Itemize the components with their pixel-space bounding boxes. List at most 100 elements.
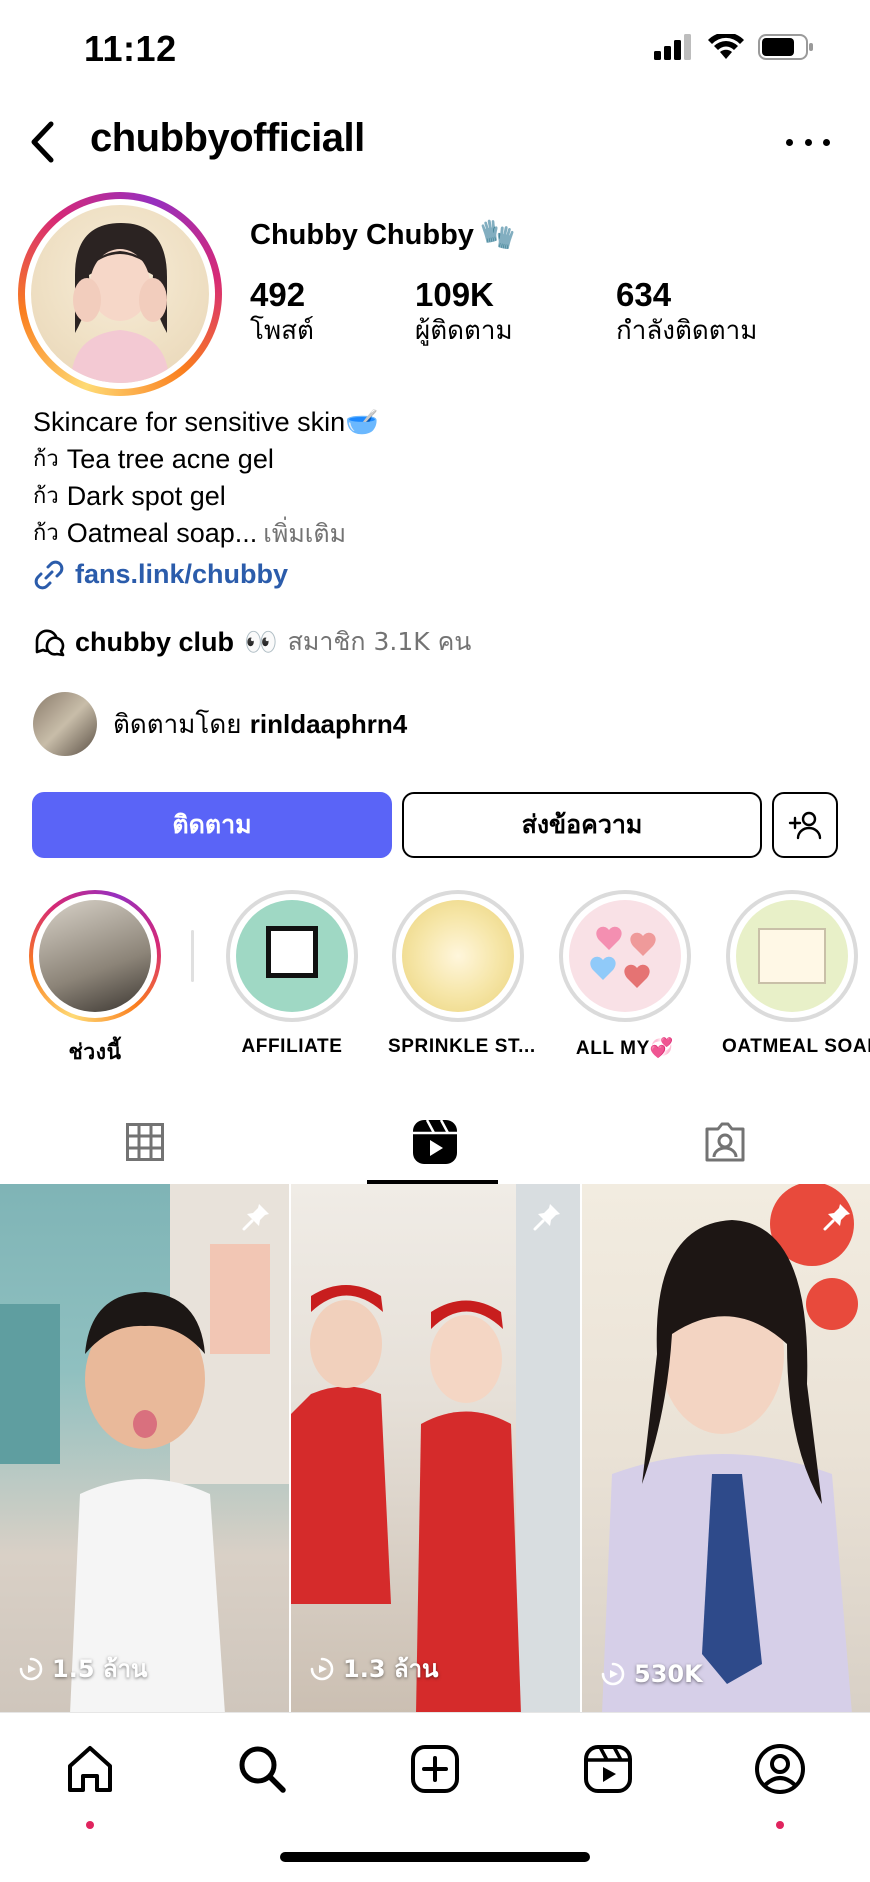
highlight-label: OATMEAL SOAP xyxy=(722,1036,870,1057)
bio-line: ก้ว Dark spot gel xyxy=(33,478,853,515)
highlight-cover xyxy=(236,900,348,1012)
reel-1-image xyxy=(0,1184,289,1714)
back-button[interactable] xyxy=(22,118,62,166)
highlight-cover xyxy=(402,900,514,1012)
reel-view-count: 530K xyxy=(600,1660,703,1688)
stat-posts-value: 492 xyxy=(250,276,306,313)
highlight-ring-gap xyxy=(563,894,687,1018)
soap-box-icon xyxy=(758,928,826,984)
status-time: 11:12 xyxy=(84,28,177,69)
more-dot-icon xyxy=(786,138,793,146)
qr-code-icon xyxy=(266,926,318,978)
wifi-icon xyxy=(708,34,744,59)
stat-following[interactable]: 634 กำลังติดตาม xyxy=(616,276,757,348)
highlight-item[interactable]: ALL MY💞 xyxy=(555,890,695,1060)
suggest-users-button[interactable] xyxy=(772,792,838,858)
glove-emoji-icon: 🧤 xyxy=(479,219,517,251)
stat-posts-label: โพสต์ xyxy=(250,316,314,346)
grid-icon xyxy=(126,1123,164,1161)
profile-username: chubbyofficiall xyxy=(90,116,365,160)
bio-line-2: Tea tree acne gel xyxy=(66,444,274,474)
nav-home[interactable] xyxy=(60,1739,120,1829)
bio-bullet: ก้ว xyxy=(33,484,59,509)
bio-bullet: ก้ว xyxy=(33,447,59,472)
message-button[interactable]: ส่งข้อความ xyxy=(402,792,762,858)
highlight-cover xyxy=(569,900,681,1012)
pinned-icon xyxy=(242,1204,269,1231)
reel-thumbnail[interactable]: 1.5 ล้าน xyxy=(0,1184,289,1714)
reel-view-count: 1.3 ล้าน xyxy=(309,1649,438,1688)
highlight-item[interactable]: AFFILIATE xyxy=(222,890,362,1058)
stat-posts[interactable]: 492 โพสต์ xyxy=(250,276,314,348)
tab-tagged[interactable] xyxy=(580,1100,870,1184)
bio-line-4: Oatmeal soap xyxy=(66,518,235,548)
reel-views-text: 1.3 ล้าน xyxy=(343,1655,439,1683)
broadcast-channel[interactable]: chubby club 👀 สมาชิก 3.1K คน xyxy=(33,622,471,662)
reel-thumbnail[interactable]: 530K xyxy=(582,1184,870,1714)
tagged-person-icon xyxy=(705,1122,745,1162)
bio-line: ก้ว Tea tree acne gel xyxy=(33,441,853,478)
profile-header: chubbyofficiall xyxy=(0,108,870,176)
profile-stats: 492 โพสต์ 109K ผู้ติดตาม 634 กำลังติดตาม xyxy=(250,276,850,356)
more-dot-icon xyxy=(804,138,812,146)
highlight-ring-gap xyxy=(33,894,157,1018)
follower-avatar xyxy=(33,692,97,756)
highlight-ring-gap xyxy=(396,894,520,1018)
bio-line-3: Dark spot gel xyxy=(66,481,226,511)
cellular-signal-icon xyxy=(654,34,691,60)
add-person-icon xyxy=(788,811,822,840)
reel-thumbnail[interactable]: 1.3 ล้าน xyxy=(291,1184,580,1714)
reel-3-image xyxy=(602,1184,858,1714)
channel-name: chubby club xyxy=(75,626,235,657)
followed-by[interactable]: ติดตามโดย rinldaaphrn4 xyxy=(33,692,407,756)
display-name-text: Chubby Chubby xyxy=(250,218,474,251)
reel-2-image xyxy=(291,1184,580,1714)
followed-by-text: ติดตามโดย rinldaaphrn4 xyxy=(113,704,407,745)
tab-posts-grid[interactable] xyxy=(0,1100,290,1184)
profile-bio: Skincare for sensitive skin🥣 ก้ว Tea tre… xyxy=(33,404,853,593)
more-options-button[interactable] xyxy=(786,128,830,156)
tab-reels[interactable] xyxy=(290,1100,580,1184)
bio-line-1: Skincare for sensitive skin🥣 xyxy=(33,407,379,437)
profile-avatar[interactable] xyxy=(18,192,222,396)
reel-views-text: 1.5 ล้าน xyxy=(52,1655,148,1683)
avatar-ring-gap xyxy=(25,199,215,389)
highlight-cover xyxy=(736,900,848,1012)
pinned-icon xyxy=(533,1204,560,1231)
play-count-icon xyxy=(310,1657,334,1680)
highlight-item[interactable]: ช่วงนี้ xyxy=(25,890,165,1069)
nav-search[interactable] xyxy=(232,1739,292,1799)
hearts-icon xyxy=(590,926,656,988)
stat-followers[interactable]: 109K ผู้ติดตาม xyxy=(415,276,513,348)
nav-create[interactable] xyxy=(405,1739,465,1799)
highlight-label: AFFILIATE xyxy=(241,1036,343,1057)
channel-members: สมาชิก 3.1K คน xyxy=(287,627,472,656)
highlight-ring xyxy=(226,890,358,1022)
highlight-item[interactable]: SPRINKLE ST... xyxy=(388,890,535,1058)
bio-more-link[interactable]: เพิ่มเติม xyxy=(263,515,346,552)
profile-icon xyxy=(755,1744,805,1794)
reels-icon xyxy=(413,1119,457,1164)
reels-icon xyxy=(584,1745,632,1793)
highlight-divider xyxy=(191,930,194,982)
followed-by-user: rinldaaphrn4 xyxy=(249,708,408,739)
follow-button[interactable]: ติดตาม xyxy=(32,792,392,858)
avatar-portrait xyxy=(71,223,169,383)
highlight-item[interactable]: OATMEAL SOAP xyxy=(722,890,870,1058)
bio-line: Skincare for sensitive skin🥣 xyxy=(33,404,853,441)
chevron-left-icon xyxy=(31,121,54,163)
highlight-ring xyxy=(726,890,858,1022)
profile-tabs xyxy=(0,1100,870,1184)
bio-external-link[interactable]: fans.link/chubby xyxy=(33,556,853,593)
nav-reels[interactable] xyxy=(578,1739,638,1799)
notification-dot xyxy=(86,1821,94,1829)
home-indicator[interactable] xyxy=(280,1852,590,1862)
reel-views-text: 530K xyxy=(634,1660,703,1688)
nav-profile[interactable] xyxy=(750,1739,810,1829)
highlight-ring-gap xyxy=(730,894,854,1018)
followed-by-prefix: ติดตามโดย xyxy=(113,709,242,740)
highlight-ring xyxy=(392,890,524,1022)
highlight-cover xyxy=(39,900,151,1012)
bio-line: ก้ว Oatmeal soap ... เพิ่มเติม xyxy=(33,515,853,552)
stat-followers-value: 109K xyxy=(415,276,494,313)
